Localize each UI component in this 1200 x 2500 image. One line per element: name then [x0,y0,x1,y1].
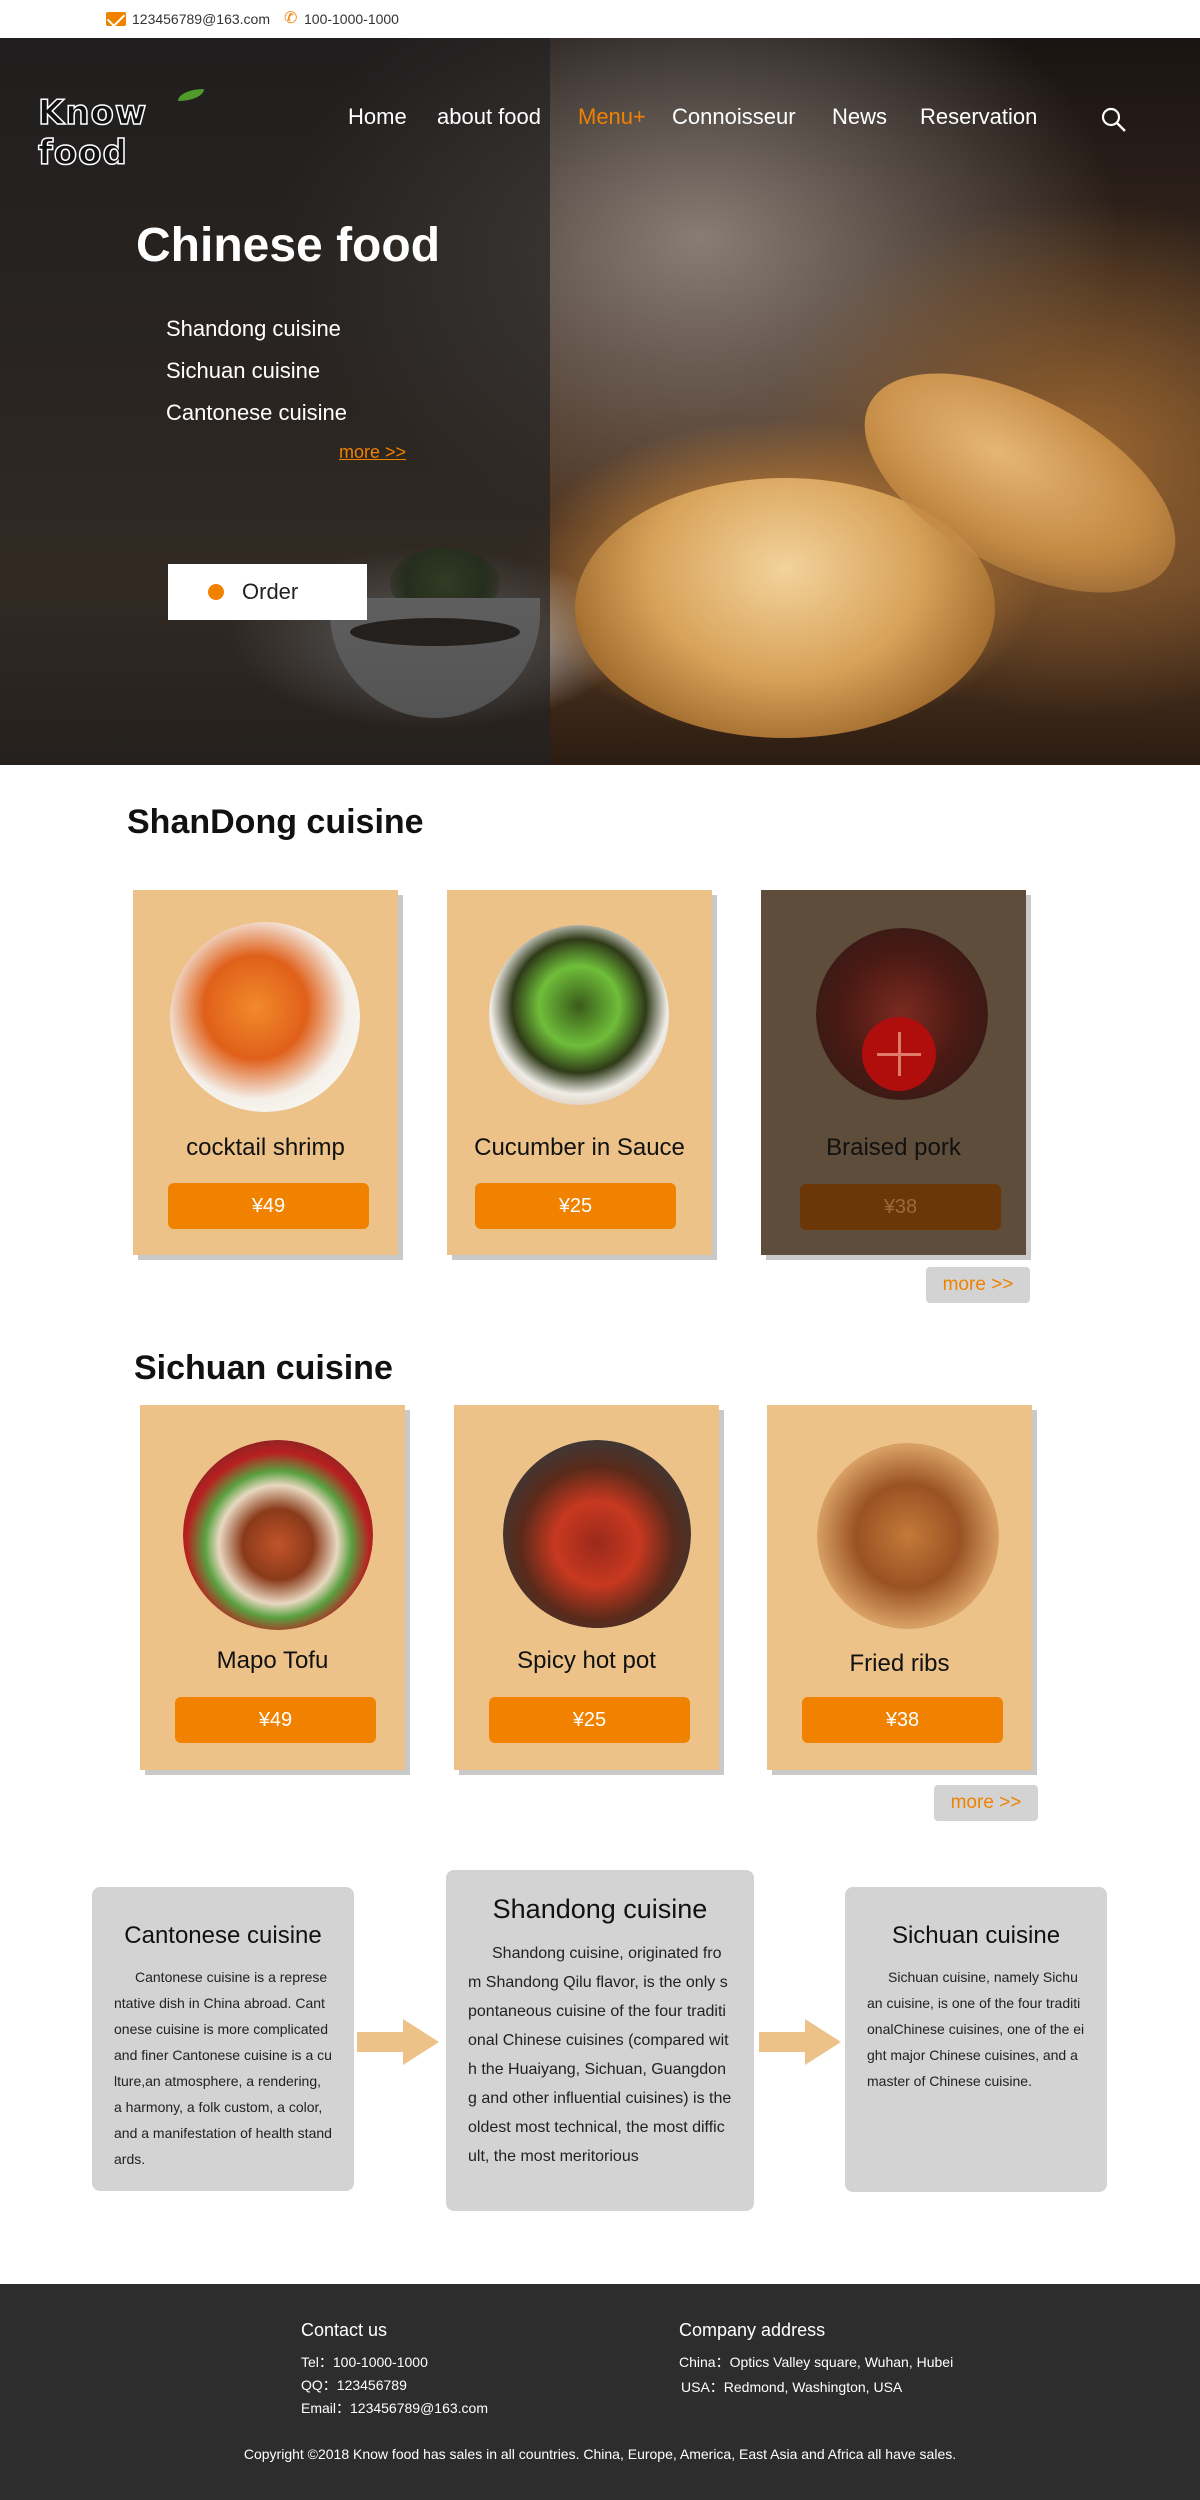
info-text: Cantonese cuisine is a representative di… [114,1969,332,2167]
dish-card[interactable]: Fried ribs ¥38 [767,1405,1032,1770]
dish-image-mapo-tofu [183,1440,373,1630]
hero-title: Chinese food [136,219,441,272]
price-button[interactable]: ¥38 [802,1697,1003,1743]
price-button[interactable]: ¥25 [475,1183,676,1229]
nav-about-food[interactable]: about food [437,104,541,130]
nav-connoisseur[interactable]: Connoisseur [672,104,796,130]
contact-phone: ✆ 100-1000-1000 [284,10,399,28]
price-button[interactable]: ¥25 [489,1697,690,1743]
arrow-right-icon [357,2019,439,2065]
dish-image-spicy-hot-pot [503,1440,691,1628]
footer-address-usa: USA：Redmond, Washington, USA [681,2379,903,2395]
dish-card[interactable]: cocktail shrimp ¥49 [133,890,398,1255]
dish-name: Mapo Tofu [216,1647,329,1674]
nav-reservation[interactable]: Reservation [920,104,1037,130]
footer-address-china: China：Optics Valley square, Wuhan, Hubei [679,2354,954,2370]
mail-icon [106,12,126,26]
hero-list-item[interactable]: Cantonese cuisine [166,400,347,442]
contact-email: 123456789@163.com [106,11,270,27]
info-title: Cantonese cuisine [124,1922,322,1949]
arrow-right-icon [759,2019,841,2065]
hero-list-item[interactable]: Shandong cuisine [166,316,347,358]
nav-news[interactable]: News [832,104,887,130]
dish-name: cocktail shrimp [186,1134,345,1161]
dish-card[interactable]: Mapo Tofu ¥49 [140,1405,405,1770]
order-button-label: Order [242,579,299,604]
order-button[interactable]: Order [168,564,367,620]
site-footer: Contact us Tel：100-1000-1000 QQ：12345678… [0,2284,1200,2500]
dish-name: Braised pork [826,1134,961,1161]
more-button-sichuan[interactable]: more >> [934,1785,1038,1821]
price-button[interactable]: ¥49 [168,1183,369,1229]
info-title: Shandong cuisine [492,1894,708,1924]
hero-more-link[interactable]: more >> [339,442,406,463]
dish-card[interactable]: Spicy hot pot ¥25 [454,1405,719,1770]
info-text: Sichuan cuisine, namely Sichuan cuisine,… [867,1969,1085,2089]
section-title-sichuan: Sichuan cuisine [134,1349,393,1387]
price-button[interactable]: ¥38 [800,1184,1001,1230]
info-text: Shandong cuisine, originated from Shando… [468,1945,732,2165]
hero-cuisine-list: Shandong cuisine Sichuan cuisine Cantone… [166,316,347,442]
contact-email-text: 123456789@163.com [132,11,270,27]
footer-address-title: Company address [679,2320,826,2340]
dish-image-fried-ribs [817,1443,999,1629]
more-button-shandong[interactable]: more >> [926,1267,1030,1303]
nav-home[interactable]: Home [348,104,407,130]
dish-name: Spicy hot pot [517,1647,656,1674]
top-contact-bar: 123456789@163.com ✆ 100-1000-1000 [0,0,1200,38]
add-icon[interactable] [862,1017,936,1091]
hero-list-item[interactable]: Sichuan cuisine [166,358,347,400]
section-title-shandong: ShanDong cuisine [127,803,424,841]
search-icon[interactable] [1100,106,1128,134]
footer-qq: QQ：123456789 [301,2377,407,2393]
dish-card[interactable]: Cucumber in Sauce ¥25 [447,890,712,1255]
info-box-cantonese: Cantonese cuisine Cantonese cuisine is a… [92,1887,354,2191]
hero-banner: Know food Home about food Menu+ Connoiss… [0,38,1200,765]
info-box-sichuan: Sichuan cuisine Sichuan cuisine, namely … [845,1887,1107,2192]
footer-contact-title: Contact us [301,2320,388,2340]
dish-image-cucumber [489,925,669,1105]
dish-name: Cucumber in Sauce [474,1134,685,1161]
main-nav: Home about food Menu+ Connoisseur News R… [0,104,1200,144]
phone-icon: ✆ [284,10,298,27]
footer-tel: Tel：100-1000-1000 [301,2354,428,2370]
info-title: Sichuan cuisine [891,1922,1061,1949]
footer-email[interactable]: Email：123456789@163.com [301,2398,488,2418]
dish-name: Fried ribs [849,1650,950,1677]
dot-icon [208,584,224,600]
price-button[interactable]: ¥49 [175,1697,376,1743]
info-box-shandong: Shandong cuisine Shandong cuisine, origi… [446,1870,754,2211]
footer-copyright: Copyright ©2018 Know food has sales in a… [243,2446,957,2462]
nav-menu[interactable]: Menu+ [578,104,646,130]
contact-phone-text: 100-1000-1000 [304,11,399,27]
dish-image-cocktail-shrimp [170,922,360,1112]
dish-card[interactable]: Braised pork ¥38 [761,890,1026,1255]
